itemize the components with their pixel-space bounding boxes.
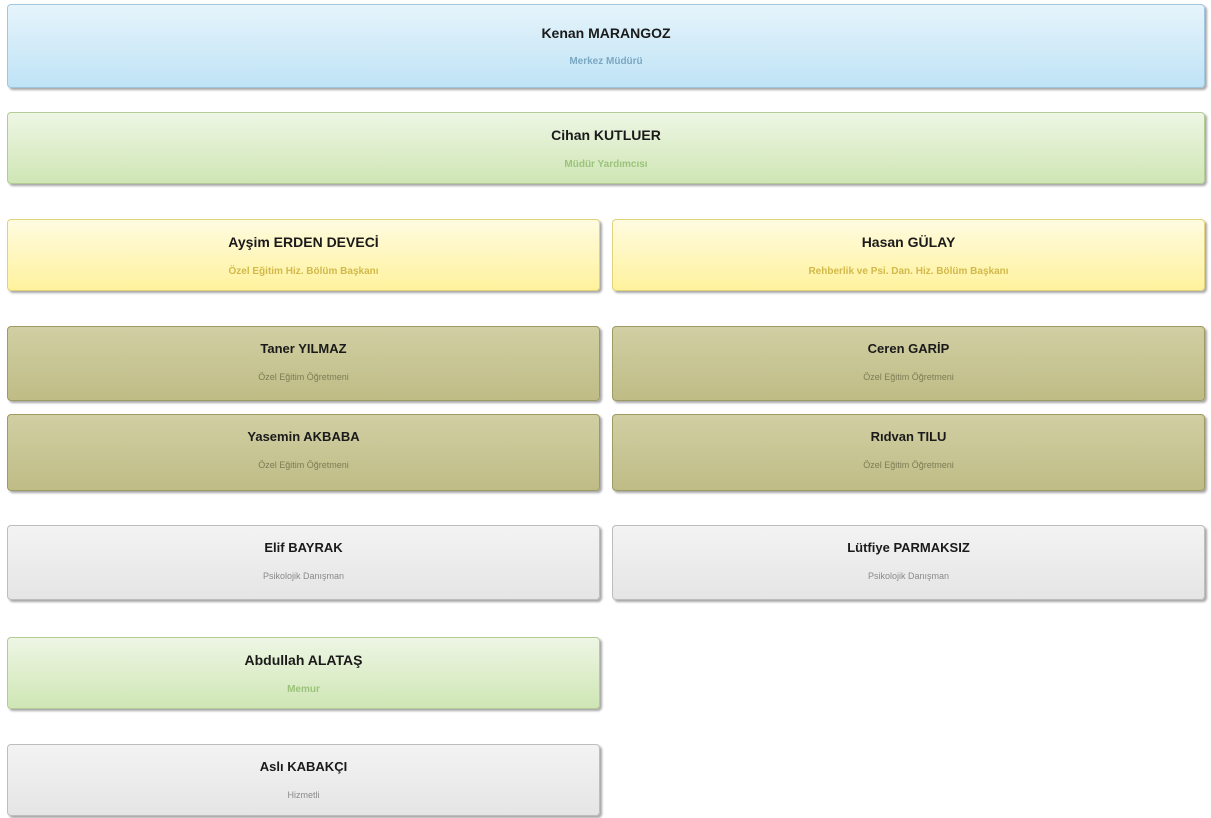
staff-role: Psikolojik Danışman xyxy=(262,571,345,581)
staff-card-assistant-director: Cihan KUTLUER Müdür Yardımcısı xyxy=(7,112,1205,184)
staff-card-teacher: Rıdvan TILU Özel Eğitim Öğretmeni xyxy=(612,414,1205,491)
staff-role: Psikolojik Danışman xyxy=(867,571,950,581)
staff-role: Özel Eğitim Öğretmeni xyxy=(258,460,349,470)
staff-name: Rıdvan TILU xyxy=(870,429,947,444)
staff-name: Cihan KUTLUER xyxy=(551,127,661,143)
staff-card-counselor: Elif BAYRAK Psikolojik Danışman xyxy=(7,525,600,600)
staff-name: Aslı KABAKÇI xyxy=(259,759,348,774)
staff-role: Rehberlik ve Psi. Dan. Hiz. Bölüm Başkan… xyxy=(808,266,1009,277)
staff-role: Özel Eğitim Hiz. Bölüm Başkanı xyxy=(228,266,379,277)
staff-name: Elif BAYRAK xyxy=(264,540,343,555)
staff-card-janitor: Aslı KABAKÇI Hizmetli xyxy=(7,744,600,816)
staff-card-department-head: Hasan GÜLAY Rehberlik ve Psi. Dan. Hiz. … xyxy=(612,219,1205,291)
staff-name: Taner YILMAZ xyxy=(260,341,347,356)
staff-name: Kenan MARANGOZ xyxy=(541,25,671,41)
staff-card-counselor: Lütfiye PARMAKSIZ Psikolojik Danışman xyxy=(612,525,1205,600)
staff-name: Ceren GARİP xyxy=(867,341,950,356)
staff-name: Lütfiye PARMAKSIZ xyxy=(847,540,970,555)
staff-role: Özel Eğitim Öğretmeni xyxy=(863,460,954,470)
staff-card-department-head: Ayşim ERDEN DEVECİ Özel Eğitim Hiz. Bölü… xyxy=(7,219,600,291)
staff-role: Müdür Yardımcısı xyxy=(564,159,648,170)
staff-name: Yasemin AKBABA xyxy=(247,429,360,444)
staff-role: Merkez Müdürü xyxy=(569,56,643,67)
staff-card-teacher: Ceren GARİP Özel Eğitim Öğretmeni xyxy=(612,326,1205,401)
staff-name: Abdullah ALATAŞ xyxy=(244,652,363,668)
staff-role: Hizmetli xyxy=(287,790,320,800)
staff-name: Ayşim ERDEN DEVECİ xyxy=(228,234,379,250)
staff-role: Özel Eğitim Öğretmeni xyxy=(863,372,954,382)
staff-role: Özel Eğitim Öğretmeni xyxy=(258,372,349,382)
staff-card-officer: Abdullah ALATAŞ Memur xyxy=(7,637,600,709)
staff-name: Hasan GÜLAY xyxy=(861,234,956,250)
staff-card-teacher: Taner YILMAZ Özel Eğitim Öğretmeni xyxy=(7,326,600,401)
staff-card-director: Kenan MARANGOZ Merkez Müdürü xyxy=(7,4,1205,88)
staff-card-teacher: Yasemin AKBABA Özel Eğitim Öğretmeni xyxy=(7,414,600,491)
staff-role: Memur xyxy=(287,684,320,695)
